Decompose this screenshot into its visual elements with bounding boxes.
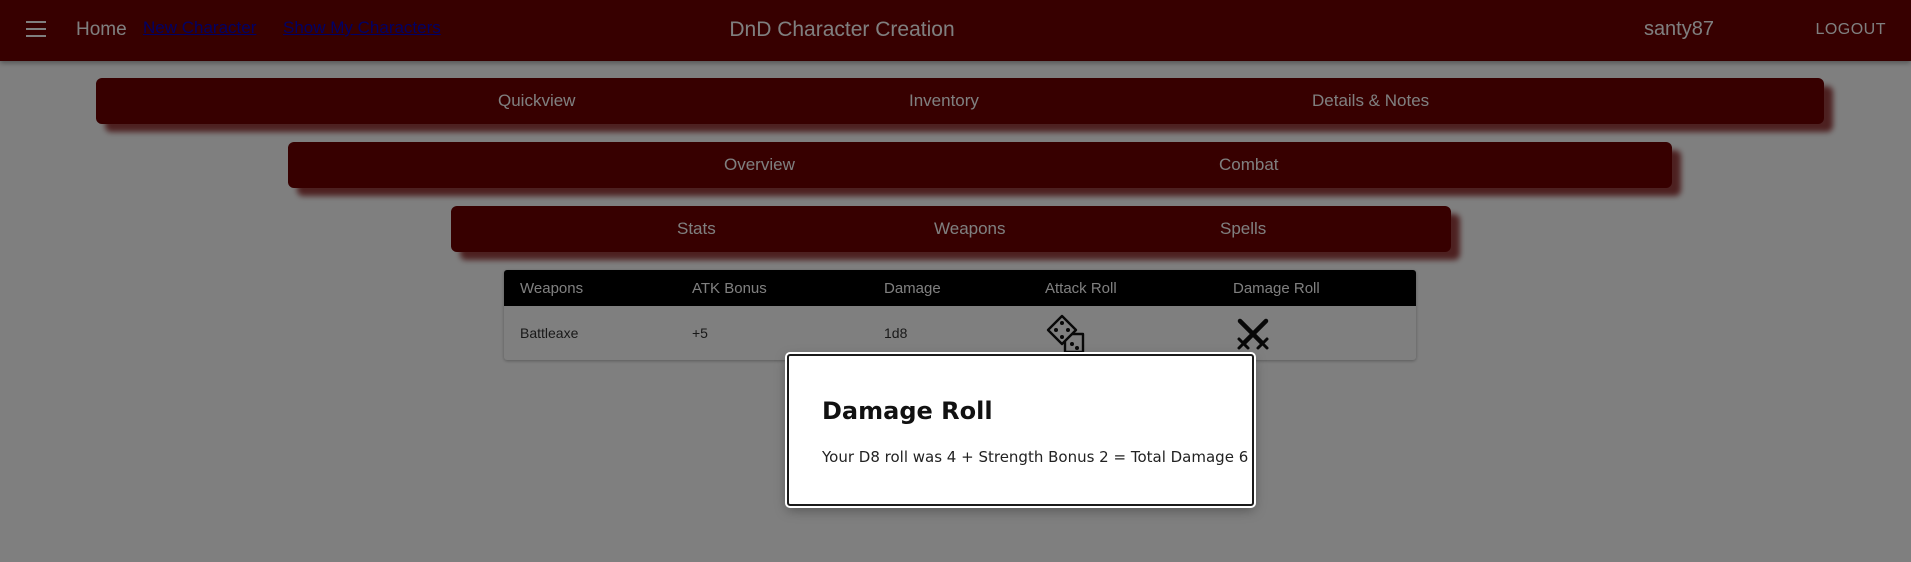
dialog-title: Damage Roll	[822, 397, 993, 425]
dialog-message: Your D8 roll was 4 + Strength Bonus 2 = …	[822, 448, 1249, 466]
damage-roll-dialog: Damage Roll Your D8 roll was 4 + Strengt…	[787, 354, 1254, 506]
